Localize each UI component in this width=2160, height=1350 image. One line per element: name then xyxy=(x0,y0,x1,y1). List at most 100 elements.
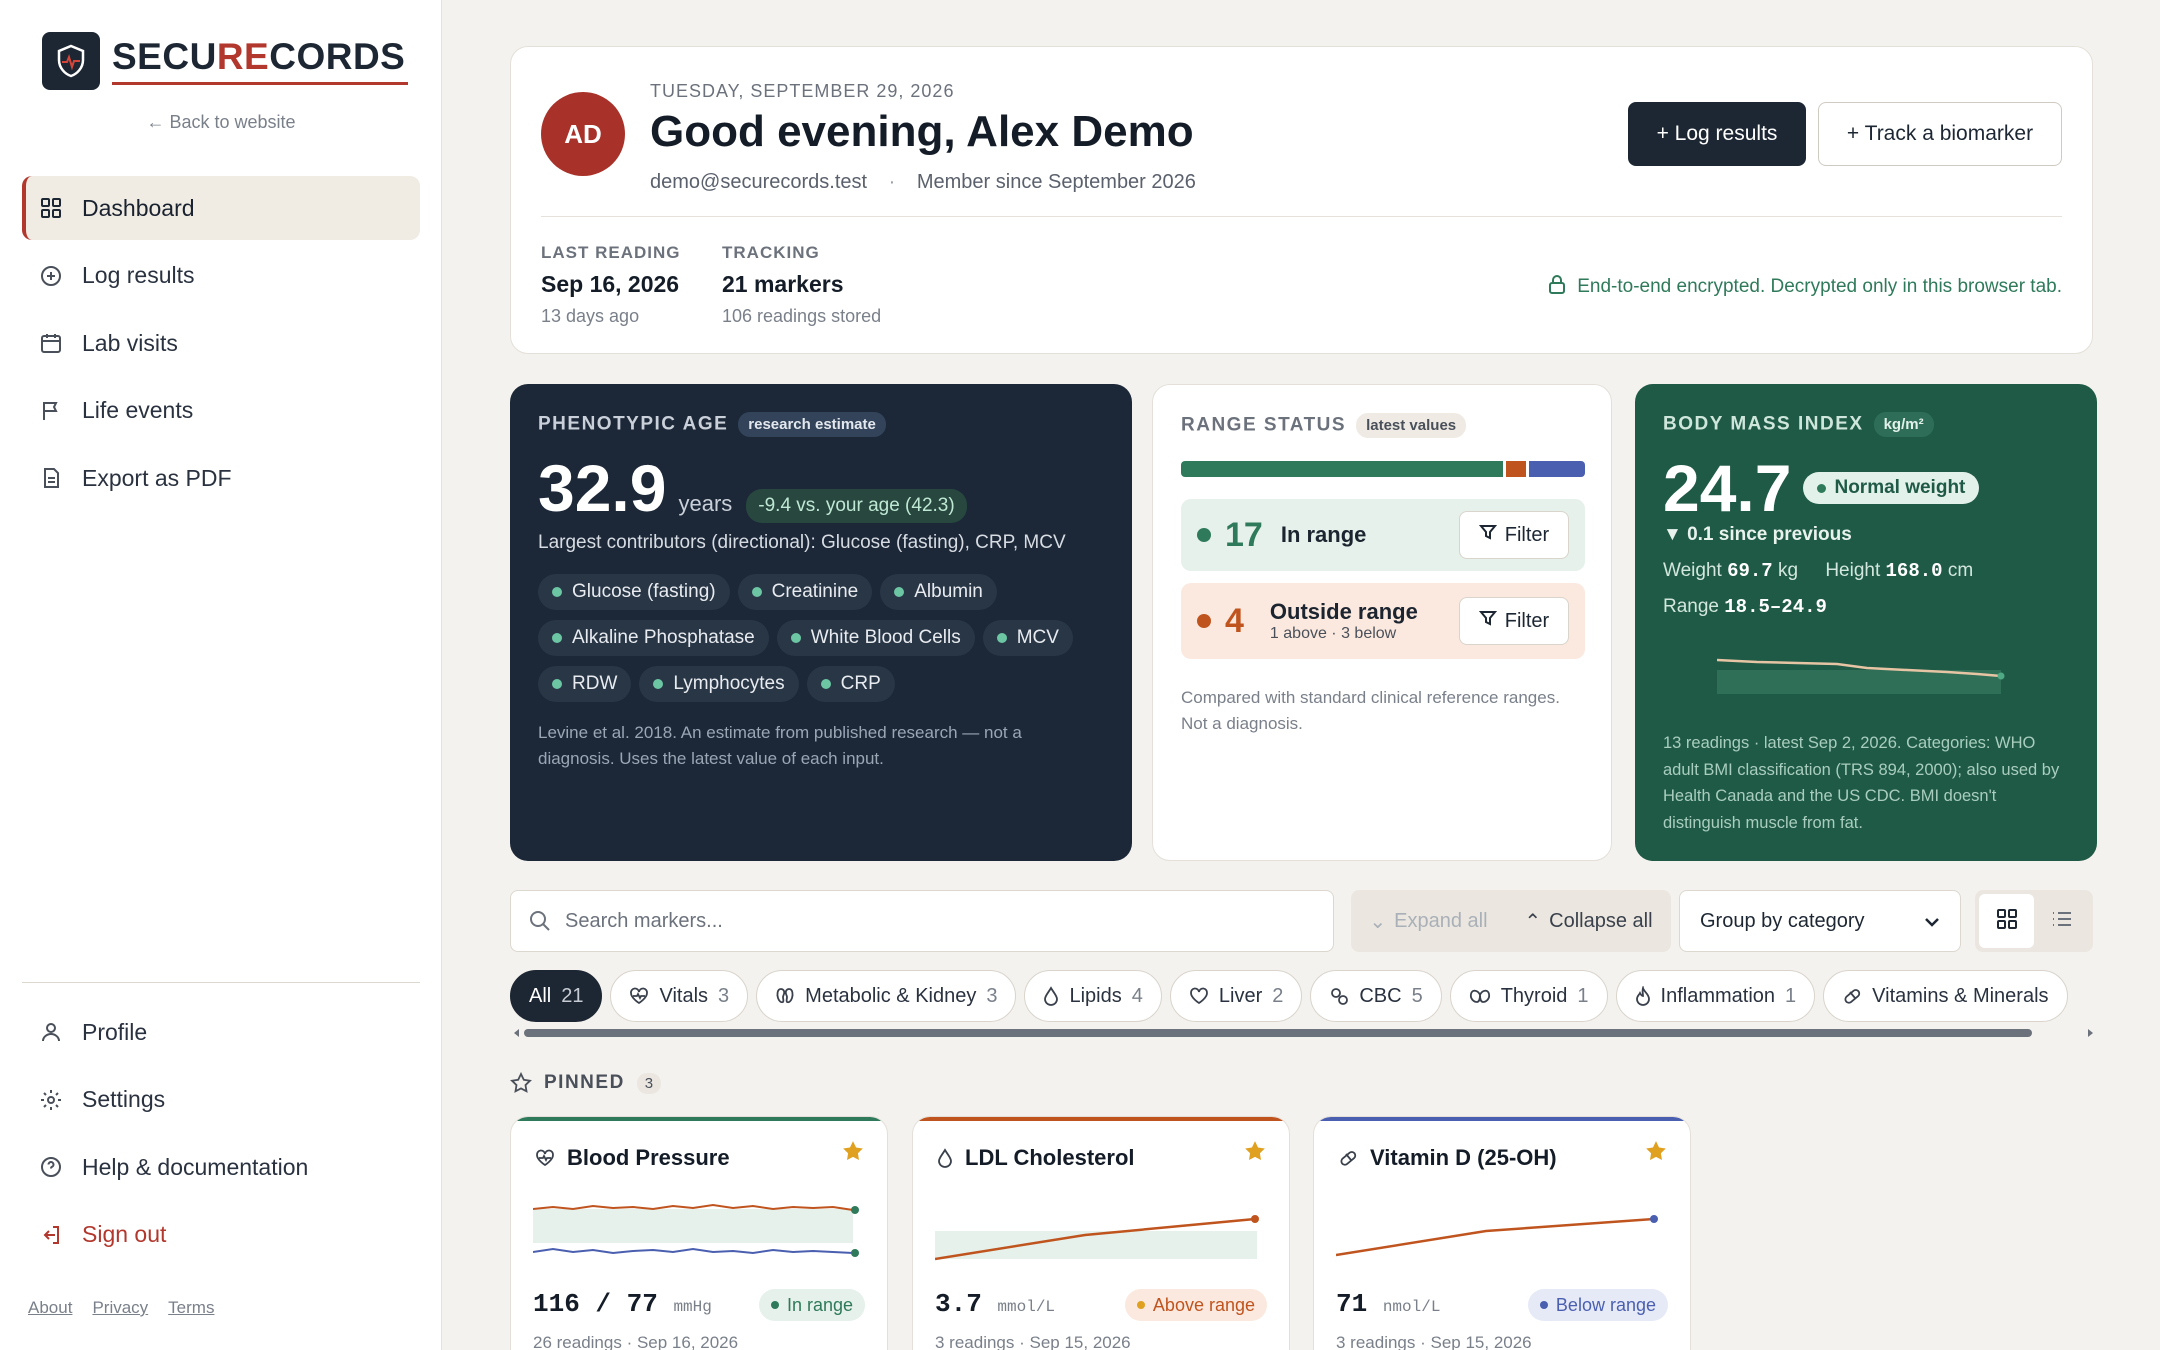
filter-icon xyxy=(1478,609,1497,633)
account-meta: demo@securecords.test · Member since Sep… xyxy=(650,171,1196,194)
card-title: BODY MASS INDEX xyxy=(1663,413,1864,435)
search-input[interactable]: Search markers... xyxy=(510,890,1334,952)
bmi-change: ▼ 0.1 since previous xyxy=(1663,524,1852,545)
nav-settings[interactable]: Settings xyxy=(22,1068,420,1132)
contributor-chip: Alkaline Phosphatase xyxy=(538,620,769,656)
terms-link[interactable]: Terms xyxy=(168,1298,214,1318)
group-by-select[interactable]: Group by category xyxy=(1679,890,1961,952)
category-all[interactable]: All 21 xyxy=(510,970,603,1022)
category-scrollbar[interactable] xyxy=(510,1026,2097,1040)
ldl-sparkline xyxy=(935,1215,1259,1261)
marker-value: 3.7 mmol/L xyxy=(935,1289,1056,1319)
about-link[interactable]: About xyxy=(28,1298,72,1318)
list-view-button[interactable] xyxy=(2034,894,2089,948)
back-to-website-link[interactable]: ← Back to website xyxy=(0,112,442,133)
marker-value: 71 nmol/L xyxy=(1336,1289,1441,1319)
nav-sign-out[interactable]: Sign out xyxy=(22,1203,420,1267)
log-results-button[interactable]: + Log results xyxy=(1628,102,1806,166)
filter-outside-range-button[interactable]: Filter xyxy=(1459,597,1569,645)
phenotypic-value-row: 32.9 years -9.4 vs. your age (42.3) xyxy=(538,450,967,526)
nav-life-events[interactable]: Life events xyxy=(22,379,420,443)
flag-icon xyxy=(38,398,64,424)
marker-card-ldl-cholesterol[interactable]: LDL Cholesterol 3.7 mmol/L Above range 3… xyxy=(912,1116,1290,1350)
group-by-value: Group by category xyxy=(1700,909,1865,932)
heart-icon xyxy=(1189,987,1209,1005)
marker-card-vitamin-d[interactable]: Vitamin D (25-OH) 71 nmol/L Below range … xyxy=(1313,1116,1691,1350)
pinned-star-icon[interactable] xyxy=(1243,1139,1267,1168)
flame-icon xyxy=(1635,986,1651,1006)
range-status-card: RANGE STATUS latest values 17 In range Fi… xyxy=(1152,384,1612,861)
category-metabolic-kidney[interactable]: Metabolic & Kidney 3 xyxy=(756,970,1017,1022)
nav-label: Lab visits xyxy=(82,329,178,356)
status-badge: Above range xyxy=(1124,1289,1267,1321)
brand-name: SECURECORDS xyxy=(112,37,409,85)
gear-icon xyxy=(38,1087,64,1113)
height-label: Height xyxy=(1825,560,1881,581)
vitamin-d-sparkline xyxy=(1336,1215,1658,1257)
filter-in-range-button[interactable]: Filter xyxy=(1459,511,1569,559)
in-range-count: 17 xyxy=(1225,515,1263,554)
category-vitals[interactable]: Vitals 3 xyxy=(610,970,749,1022)
range-title: RANGE STATUS latest values xyxy=(1181,413,1467,438)
expand-all-button[interactable]: ⌄ Expand all xyxy=(1369,909,1487,934)
sidebar-divider xyxy=(22,982,420,983)
track-biomarker-button[interactable]: + Track a biomarker xyxy=(1818,102,2062,166)
blood-pressure-sparkline xyxy=(533,1203,859,1257)
main-nav: Dashboard Log results Lab visits Life ev… xyxy=(22,176,420,514)
bmi-value: 24.7 xyxy=(1663,451,1792,525)
marker-title: Blood Pressure xyxy=(535,1145,730,1171)
phenotypic-age-card: PHENOTYPIC AGE research estimate 32.9 yea… xyxy=(510,384,1132,861)
contributor-chip: CRP xyxy=(806,666,895,702)
card-title: RANGE STATUS xyxy=(1181,414,1347,436)
outside-range-row: 4 Outside range 1 above · 3 below Filter xyxy=(1181,583,1585,659)
category-inflammation[interactable]: Inflammation 1 xyxy=(1615,970,1816,1022)
chevron-down-icon xyxy=(1924,910,1940,933)
brand-logo[interactable]: SECURECORDS xyxy=(42,32,409,90)
weight-label: Weight xyxy=(1663,560,1722,581)
nav-log-results[interactable]: Log results xyxy=(22,244,420,308)
category-filter-row: All 21 Vitals 3 Metabolic & Kidney 3 Lipids 4 Li… xyxy=(510,970,2097,1022)
member-since: Member since September 2026 xyxy=(916,171,1196,193)
calendar-icon xyxy=(38,330,64,356)
user-icon xyxy=(38,1019,64,1045)
grid-view-button[interactable] xyxy=(1979,894,2034,948)
category-thyroid[interactable]: Thyroid 1 xyxy=(1449,970,1608,1022)
footer-links: About Privacy Terms xyxy=(28,1298,214,1318)
greeting: Good evening, Alex Demo xyxy=(650,107,1194,156)
in-range-label: In range xyxy=(1280,522,1367,547)
privacy-link[interactable]: Privacy xyxy=(92,1298,148,1318)
category-lipids[interactable]: Lipids 4 xyxy=(1024,970,1162,1022)
nav-lab-visits[interactable]: Lab visits xyxy=(22,311,420,375)
contributor-chip: Glucose (fasting) xyxy=(538,574,730,610)
collapse-all-button[interactable]: ⌃ Collapse all xyxy=(1524,909,1652,934)
category-cbc[interactable]: CBC 5 xyxy=(1310,970,1442,1022)
marker-card-blood-pressure[interactable]: Blood Pressure 116 / 77 mmHg In range 26… xyxy=(510,1116,888,1350)
pinned-star-icon[interactable] xyxy=(841,1139,865,1168)
current-date: TUESDAY, SEPTEMBER 29, 2026 xyxy=(650,81,955,101)
nav-help[interactable]: Help & documentation xyxy=(22,1135,420,1199)
lock-icon xyxy=(1547,273,1567,301)
marker-title: Vitamin D (25-OH) xyxy=(1338,1145,1557,1171)
nav-dashboard[interactable]: Dashboard xyxy=(22,176,420,240)
card-title: PHENOTYPIC AGE xyxy=(538,413,729,435)
chevrons-down-icon: ⌄ xyxy=(1369,910,1387,933)
phenotypic-age-value: 32.9 xyxy=(538,451,667,525)
avatar[interactable]: AD xyxy=(541,92,625,176)
grid-icon xyxy=(38,195,64,221)
marker-title: LDL Cholesterol xyxy=(937,1145,1135,1171)
encryption-note: End-to-end encrypted. Decrypted only in … xyxy=(1547,273,2062,301)
category-liver[interactable]: Liver 2 xyxy=(1169,970,1303,1022)
nav-profile[interactable]: Profile xyxy=(22,1000,420,1064)
status-badge: In range xyxy=(758,1289,865,1321)
nav-export-pdf[interactable]: Export as PDF xyxy=(22,446,420,510)
age-delta-badge: -9.4 vs. your age (42.3) xyxy=(746,489,967,523)
star-outline-icon xyxy=(510,1072,532,1094)
stat-value: 21 markers xyxy=(722,271,844,297)
contributor-chip: Albumin xyxy=(880,574,997,610)
bmi-note: 13 readings · latest Sep 2, 2026. Catego… xyxy=(1663,734,2060,832)
range-value: 18.5–24.9 xyxy=(1724,596,1827,618)
bmi-trend-sparkline xyxy=(1717,658,2005,694)
pinned-star-icon[interactable] xyxy=(1644,1139,1668,1168)
category-vitamins-minerals[interactable]: Vitamins & Minerals xyxy=(1823,970,2068,1022)
nav-label: Export as PDF xyxy=(82,464,232,491)
